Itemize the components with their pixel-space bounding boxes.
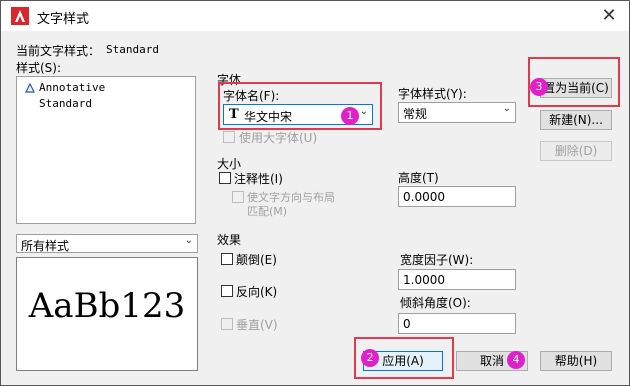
annotative-label: 注释性(I) [234,172,283,186]
new-style-button[interactable]: 新建(N)... [540,110,612,130]
oblique-angle-label: 倾斜角度(O): [400,296,471,310]
title-bar: 文字样式 ✕ [1,1,629,31]
chevron-down-icon: ⌄ [184,235,193,246]
text-style-dialog: 文字样式 ✕ 当前文字样式： Standard 样式(S): Annotativ… [0,0,630,386]
font-name-highlight [218,82,382,130]
font-style-dropdown[interactable]: 常规 ⌄ [398,102,516,123]
vertical-checkbox[interactable] [221,318,233,330]
bigfont-checkbox[interactable] [223,131,235,143]
backwards-label: 反向(K) [236,285,278,299]
width-factor-input[interactable]: 1.0000 [398,269,516,290]
style-filter-value: 所有样式 [21,239,70,253]
current-style-label: 当前文字样式： [16,44,101,58]
autocad-logo-icon [11,7,29,25]
step-badge-4: 4 [507,351,525,369]
height-value: 0.0000 [403,190,445,204]
font-style-label: 字体样式(Y): [398,87,467,101]
styles-label: 样式(S): [16,61,62,75]
close-button[interactable]: ✕ [589,1,629,31]
font-style-value: 常规 [403,107,428,121]
chevron-down-icon: ⌄ [502,103,511,114]
match-orientation-label-2: 匹配(M) [247,205,288,218]
preview-box: AaBb123 [16,257,198,371]
style-filter-dropdown[interactable]: 所有样式 ⌄ [16,234,198,253]
vertical-label: 垂直(V) [236,318,278,332]
annotative-checkbox[interactable] [219,172,231,184]
backwards-checkbox[interactable] [221,285,233,297]
preview-text: AaBb123 [28,286,186,326]
upside-down-checkbox[interactable] [221,253,233,265]
delete-style-button[interactable]: 删除(D) [540,141,612,161]
window-title: 文字样式 [37,12,90,27]
effects-group-label: 效果 [217,233,242,247]
match-orientation-checkbox[interactable] [232,191,244,203]
annotative-icon [25,83,35,93]
height-label: 高度(T) [398,171,439,185]
width-factor-label: 宽度因子(W): [400,253,474,267]
current-style-value: Standard [106,43,159,56]
oblique-angle-value: 0 [403,317,411,331]
bigfont-label: 使用大字体(U) [239,131,318,145]
styles-list[interactable]: Annotative Standard [16,76,196,224]
step-badge-2: 2 [361,349,379,367]
upside-down-label: 颠倒(E) [236,253,277,267]
oblique-angle-input[interactable]: 0 [398,313,516,334]
list-item[interactable]: Standard [39,97,92,110]
step-badge-1: 1 [341,107,359,125]
list-item[interactable]: Annotative [39,81,105,94]
width-factor-value: 1.0000 [403,273,445,287]
height-input[interactable]: 0.0000 [398,186,516,207]
step-badge-3: 3 [530,78,548,96]
help-button[interactable]: 帮助(H) [540,351,612,371]
